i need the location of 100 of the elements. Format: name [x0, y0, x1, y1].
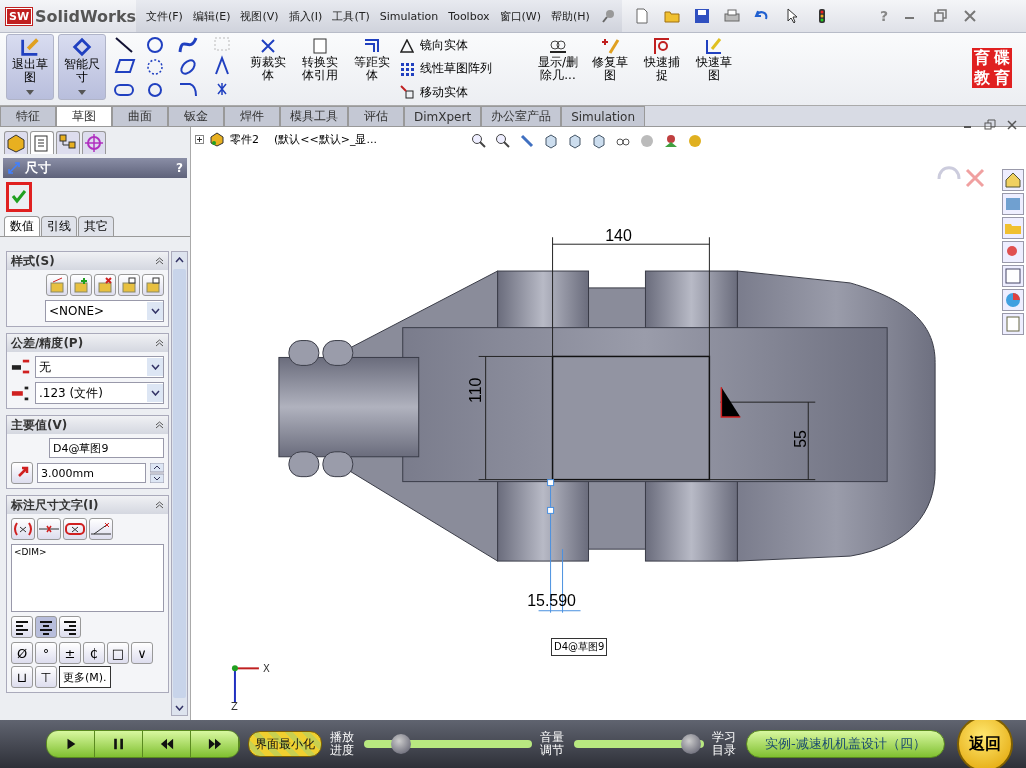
- restore-icon[interactable]: [984, 119, 996, 131]
- configuration-tab-icon[interactable]: [56, 131, 80, 154]
- display-style-icon[interactable]: [591, 133, 607, 149]
- ribbon-tab[interactable]: 草图: [56, 106, 112, 126]
- volume-slider-thumb[interactable]: [681, 734, 701, 754]
- minimize-interface-button[interactable]: 界面最小化: [248, 731, 322, 757]
- align-button[interactable]: [59, 616, 81, 638]
- home-icon[interactable]: [1002, 169, 1024, 191]
- close-icon[interactable]: [962, 8, 978, 24]
- view-orientation-icon[interactable]: [567, 133, 583, 149]
- collapse-icon[interactable]: [155, 339, 164, 347]
- ribbon-tab[interactable]: 评估: [348, 106, 404, 126]
- ribbon-button[interactable]: 等距实体: [348, 34, 396, 104]
- dimension-value[interactable]: 110: [466, 377, 484, 403]
- list-icon[interactable]: [1002, 265, 1024, 287]
- scrollbar[interactable]: [171, 251, 188, 716]
- caret-down-icon[interactable]: [175, 704, 184, 711]
- open-folder-icon[interactable]: [663, 8, 680, 24]
- symbol-button[interactable]: Ø: [11, 642, 33, 664]
- tolerance-select[interactable]: 无: [35, 356, 164, 378]
- style-button[interactable]: [46, 274, 68, 296]
- text-position-button[interactable]: [11, 518, 35, 540]
- spinner-icon[interactable]: [150, 463, 164, 483]
- lesson-button[interactable]: 实例-减速机机盖设计（四）: [746, 730, 945, 758]
- ribbon-button[interactable]: 显示/删除几...: [534, 34, 582, 104]
- menu-item[interactable]: 窗口(W): [499, 8, 542, 24]
- ribbon-tab[interactable]: 焊件: [224, 106, 280, 126]
- print-icon[interactable]: [723, 8, 740, 24]
- zoom-to-fit-icon[interactable]: [471, 133, 487, 149]
- property-manager-tab-icon[interactable]: [30, 131, 54, 154]
- ribbon-tab[interactable]: 特征: [0, 106, 56, 126]
- ribbon-tab[interactable]: 钣金: [168, 106, 224, 126]
- dimension-value[interactable]: 140: [605, 227, 632, 245]
- menu-item[interactable]: 文件(F): [146, 8, 183, 24]
- dimension-value[interactable]: 55: [792, 430, 810, 448]
- menu-item[interactable]: 视图(V): [240, 8, 279, 24]
- more-symbols-button[interactable]: 更多(M).: [59, 666, 111, 688]
- collapse-icon[interactable]: [155, 257, 164, 265]
- panel-tab[interactable]: 引线: [41, 216, 77, 236]
- scene-icon[interactable]: [663, 133, 679, 149]
- reverse-direction-button[interactable]: [11, 462, 33, 484]
- ribbon-button[interactable]: 转换实体引用: [296, 34, 344, 104]
- caret-down-icon[interactable]: [150, 390, 160, 396]
- expand-icon[interactable]: [195, 134, 204, 144]
- caret-down-icon[interactable]: [150, 364, 160, 370]
- help-button[interactable]: ?: [176, 161, 183, 175]
- color-wheel-icon[interactable]: [1002, 289, 1024, 311]
- collapse-icon[interactable]: [155, 421, 164, 429]
- ribbon-button[interactable]: 剪裁实体: [244, 34, 292, 104]
- ribbon-button[interactable]: 修复草图: [586, 34, 634, 104]
- ribbon-button[interactable]: 移动实体: [400, 83, 530, 101]
- symbol-button[interactable]: ₵: [83, 642, 105, 664]
- section-view-icon[interactable]: [543, 133, 559, 149]
- ribbon-button[interactable]: 线性草图阵列: [400, 60, 530, 78]
- ribbon-button[interactable]: 智能尺寸: [58, 34, 106, 100]
- text-position-button[interactable]: [37, 518, 61, 540]
- rewind-button[interactable]: [143, 731, 191, 757]
- ribbon-tab[interactable]: 模具工具: [280, 106, 348, 126]
- align-button[interactable]: [11, 616, 33, 638]
- dimension-text-field[interactable]: <DIM>: [11, 544, 164, 612]
- collapse-icon[interactable]: [155, 501, 164, 509]
- notes-icon[interactable]: [1002, 313, 1024, 335]
- style-button[interactable]: [118, 274, 140, 296]
- ribbon-button[interactable]: 镜向实体: [400, 37, 530, 55]
- caret-down-icon[interactable]: [150, 308, 160, 314]
- ribbon-button[interactable]: 快速草图: [690, 34, 738, 104]
- precision-select[interactable]: .123 (文件): [35, 382, 164, 404]
- dimension-name-field[interactable]: D4@草图9: [49, 438, 164, 458]
- progress-slider-thumb[interactable]: [390, 734, 411, 754]
- pause-button[interactable]: [95, 731, 143, 757]
- menu-item[interactable]: 插入(I): [288, 8, 323, 24]
- search-icon[interactable]: [1002, 241, 1024, 263]
- symbol-button[interactable]: □: [107, 642, 129, 664]
- text-position-button[interactable]: [89, 518, 113, 540]
- caret-up-icon[interactable]: [175, 256, 184, 263]
- style-select[interactable]: <NONE>: [45, 300, 164, 322]
- restore-icon[interactable]: [932, 8, 948, 24]
- symbol-button[interactable]: ⊤: [35, 666, 57, 688]
- zoom-area-icon[interactable]: [495, 133, 511, 149]
- style-button[interactable]: [94, 274, 116, 296]
- style-button[interactable]: [70, 274, 92, 296]
- align-button[interactable]: [35, 616, 57, 638]
- text-position-button[interactable]: [63, 518, 87, 540]
- ribbon-button[interactable]: 退出草图: [6, 34, 54, 100]
- ribbon-tab[interactable]: Simulation: [561, 106, 646, 126]
- tree-item[interactable]: 零件2: [230, 131, 259, 147]
- fast-forward-button[interactable]: [191, 731, 239, 757]
- save-icon[interactable]: [693, 8, 710, 24]
- menu-item[interactable]: 编辑(E): [192, 8, 231, 24]
- play-button[interactable]: [47, 731, 95, 757]
- symbol-button[interactable]: ∨: [131, 642, 153, 664]
- symbol-button[interactable]: ⊔: [11, 666, 33, 688]
- ribbon-tab[interactable]: 曲面: [112, 106, 168, 126]
- menu-item[interactable]: 帮助(H): [551, 8, 590, 24]
- crosshair-tab-icon[interactable]: [82, 131, 106, 154]
- feature-tree-tab-icon[interactable]: [4, 131, 28, 154]
- panel-tab[interactable]: 数值: [4, 216, 40, 236]
- dimension-value-field[interactable]: 3.000mm: [37, 463, 146, 483]
- pin-icon[interactable]: [599, 8, 616, 24]
- style-button[interactable]: [142, 274, 164, 296]
